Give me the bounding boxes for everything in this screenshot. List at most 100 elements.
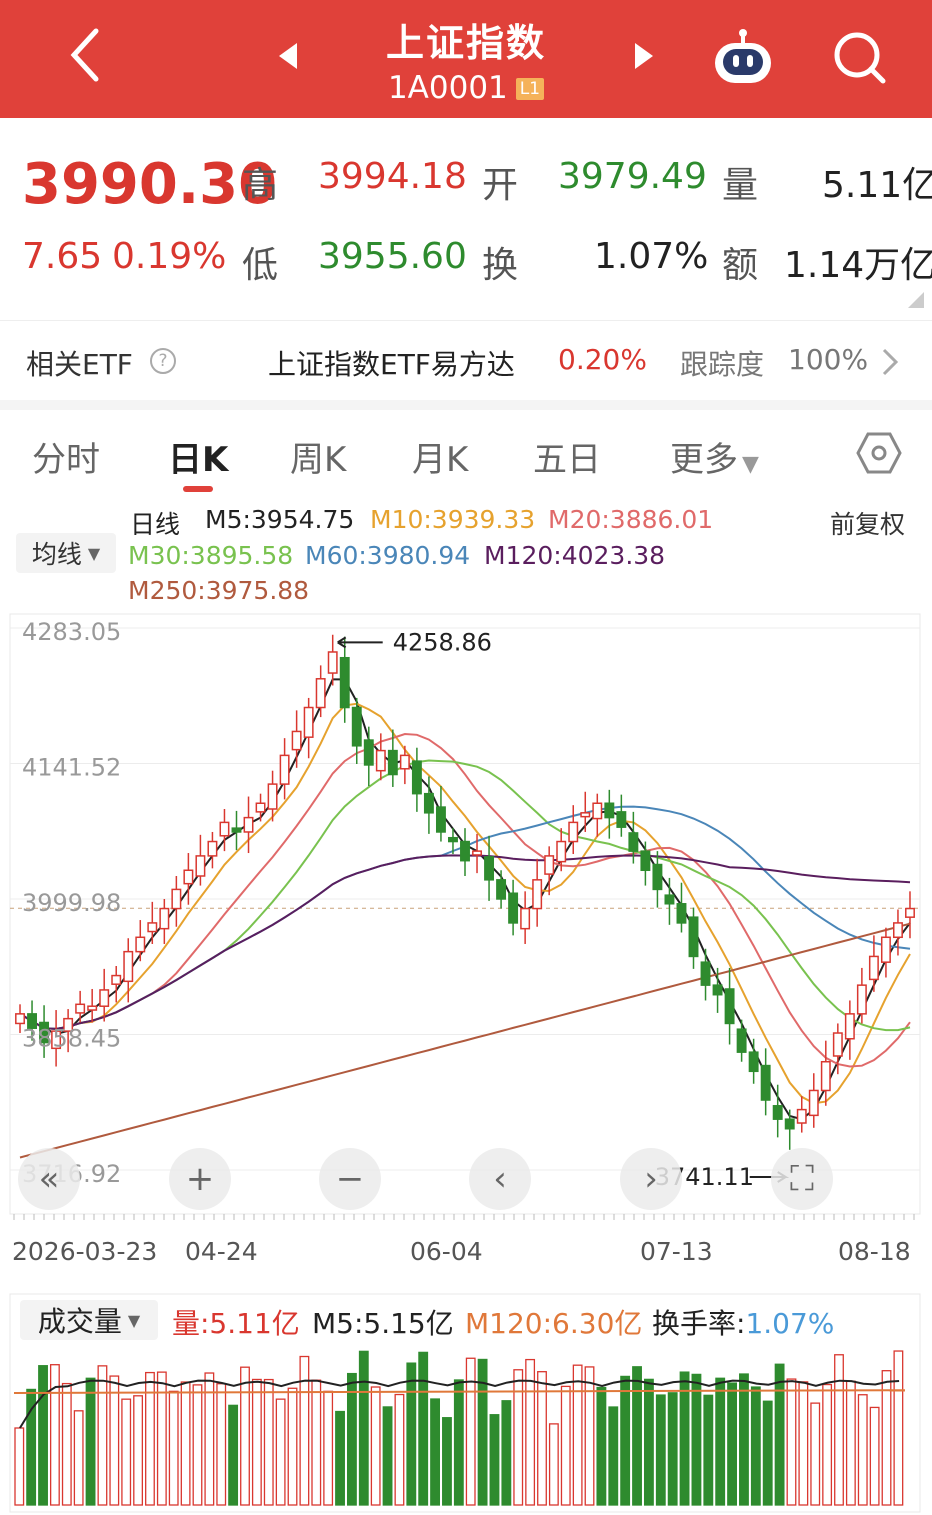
volume-bar (834, 1354, 844, 1506)
robot-assistant-icon[interactable] (708, 24, 778, 88)
candle-body (820, 1060, 831, 1092)
y-tick-label: 4141.52 (22, 753, 121, 781)
level-badge: L1 (515, 78, 545, 100)
volume-bar (370, 1386, 381, 1506)
dropdown-triangle-icon: ▼ (127, 1310, 141, 1330)
candle-body (712, 984, 723, 996)
candle-body (628, 832, 639, 852)
volume-bar (608, 1406, 619, 1506)
volume-bar (263, 1378, 274, 1506)
volume-select-button[interactable]: 成交量 ▼ (20, 1300, 158, 1340)
candle-body (243, 816, 254, 833)
y-tick-label: 3858.45 (22, 1025, 121, 1053)
candle-body (448, 836, 458, 843)
tab-daily-k[interactable]: 日K (168, 432, 228, 481)
chevron-right-icon[interactable] (880, 347, 900, 381)
volume-bar (406, 1362, 417, 1506)
ma-select-button[interactable]: 均线 ▼ (16, 533, 116, 573)
candle-body (219, 821, 230, 837)
volume-bar (655, 1394, 666, 1506)
candle-body (207, 840, 218, 857)
high-annotation: 4258.86 (393, 628, 492, 656)
tab-monthly-k[interactable]: 月K (412, 432, 468, 481)
volume-value-label: 量:5.11亿 (172, 1307, 300, 1340)
change-pct: 0.19% (112, 236, 227, 277)
fullscreen-button[interactable]: ⛶ (771, 1148, 833, 1210)
candle-body (832, 1032, 843, 1057)
volume-bar (382, 1406, 393, 1506)
candle-body (893, 922, 903, 939)
scroll-right-button[interactable]: › (620, 1148, 682, 1210)
open-value: 3979.49 (558, 156, 707, 197)
candle-body (844, 1013, 855, 1040)
volume-bar (632, 1366, 642, 1506)
volume-bar (845, 1380, 856, 1506)
high-value: 3994.18 (318, 156, 467, 197)
change-value: 7.65 (22, 236, 103, 277)
candle-body (99, 989, 110, 1007)
candle-body (580, 812, 591, 818)
kline-chart[interactable]: 4283.054141.523999.983858.453716.92 4258… (0, 610, 932, 1220)
related-etf-row[interactable]: 相关ETF ? 上证指数ETF易方达 0.20% 跟踪度 100% (0, 320, 932, 402)
volume-bar (335, 1410, 345, 1506)
track-label: 跟踪度 (680, 348, 765, 381)
tab-intraday[interactable]: 分时 (32, 432, 100, 481)
candle-body (411, 760, 422, 795)
next-triangle-icon[interactable] (626, 38, 662, 74)
candle-body (905, 907, 915, 918)
scroll-left-button[interactable]: ‹ (469, 1148, 531, 1210)
candle-body (351, 706, 362, 747)
zoom-out-button[interactable]: − (319, 1148, 381, 1210)
section-divider (0, 400, 932, 410)
volume-bar (596, 1386, 607, 1506)
search-icon[interactable] (828, 26, 890, 88)
candle-body (195, 855, 206, 877)
ma120-label: M120:4023.38 (484, 541, 666, 570)
turnover-rate-value: 1.07% (745, 1307, 835, 1340)
candle-body (700, 961, 711, 986)
open-label: 开 (482, 165, 519, 206)
expand-corner-icon[interactable] (908, 292, 924, 308)
candle-body (496, 879, 507, 900)
candle-body (15, 1013, 25, 1025)
candle-body (123, 950, 134, 983)
zoom-in-button[interactable]: + (169, 1148, 231, 1210)
active-tab-underline (183, 486, 213, 492)
settings-hexagon-icon[interactable] (856, 432, 902, 478)
volume-bar (73, 1410, 84, 1506)
ma250-label: M250:3975.88 (128, 576, 310, 605)
candle-body (423, 792, 434, 814)
tab-more[interactable]: 更多 ▼ (670, 432, 759, 481)
volume-bar (822, 1383, 833, 1506)
volume-bar (49, 1364, 60, 1506)
volume-bar (762, 1400, 773, 1506)
candle-body (255, 802, 266, 813)
tab-weekly-k[interactable]: 周K (290, 432, 346, 481)
volume-bar (857, 1394, 868, 1506)
candle-body (303, 706, 314, 738)
stock-code: 1A0001 L1 (0, 70, 932, 106)
header-bar: 上证指数 1A0001 L1 (0, 0, 932, 118)
candle-body (111, 974, 122, 985)
candle-body (387, 749, 398, 776)
volume-bar (501, 1400, 512, 1506)
rewind-button[interactable]: « (18, 1148, 80, 1210)
candle-body (556, 840, 567, 863)
candle-body (736, 1028, 747, 1053)
volume-bar (38, 1365, 48, 1506)
candle-body (592, 802, 603, 820)
candle-body (159, 907, 170, 930)
candle-body (75, 1003, 86, 1014)
candle-body (748, 1051, 759, 1073)
volume-bar (228, 1404, 239, 1506)
tab-five-day[interactable]: 五日 (533, 432, 601, 481)
etf-name: 上证指数ETF易方达 (268, 348, 515, 381)
turnover-rate-label: 换手率:1.07% (652, 1307, 835, 1340)
adjust-button[interactable]: 前复权 (830, 505, 905, 541)
candle-body (616, 811, 627, 828)
candle-body (399, 754, 410, 770)
candle-body (772, 1105, 783, 1120)
volume-bar (275, 1398, 286, 1506)
candle-body (520, 907, 531, 930)
info-icon[interactable]: ? (150, 348, 176, 374)
